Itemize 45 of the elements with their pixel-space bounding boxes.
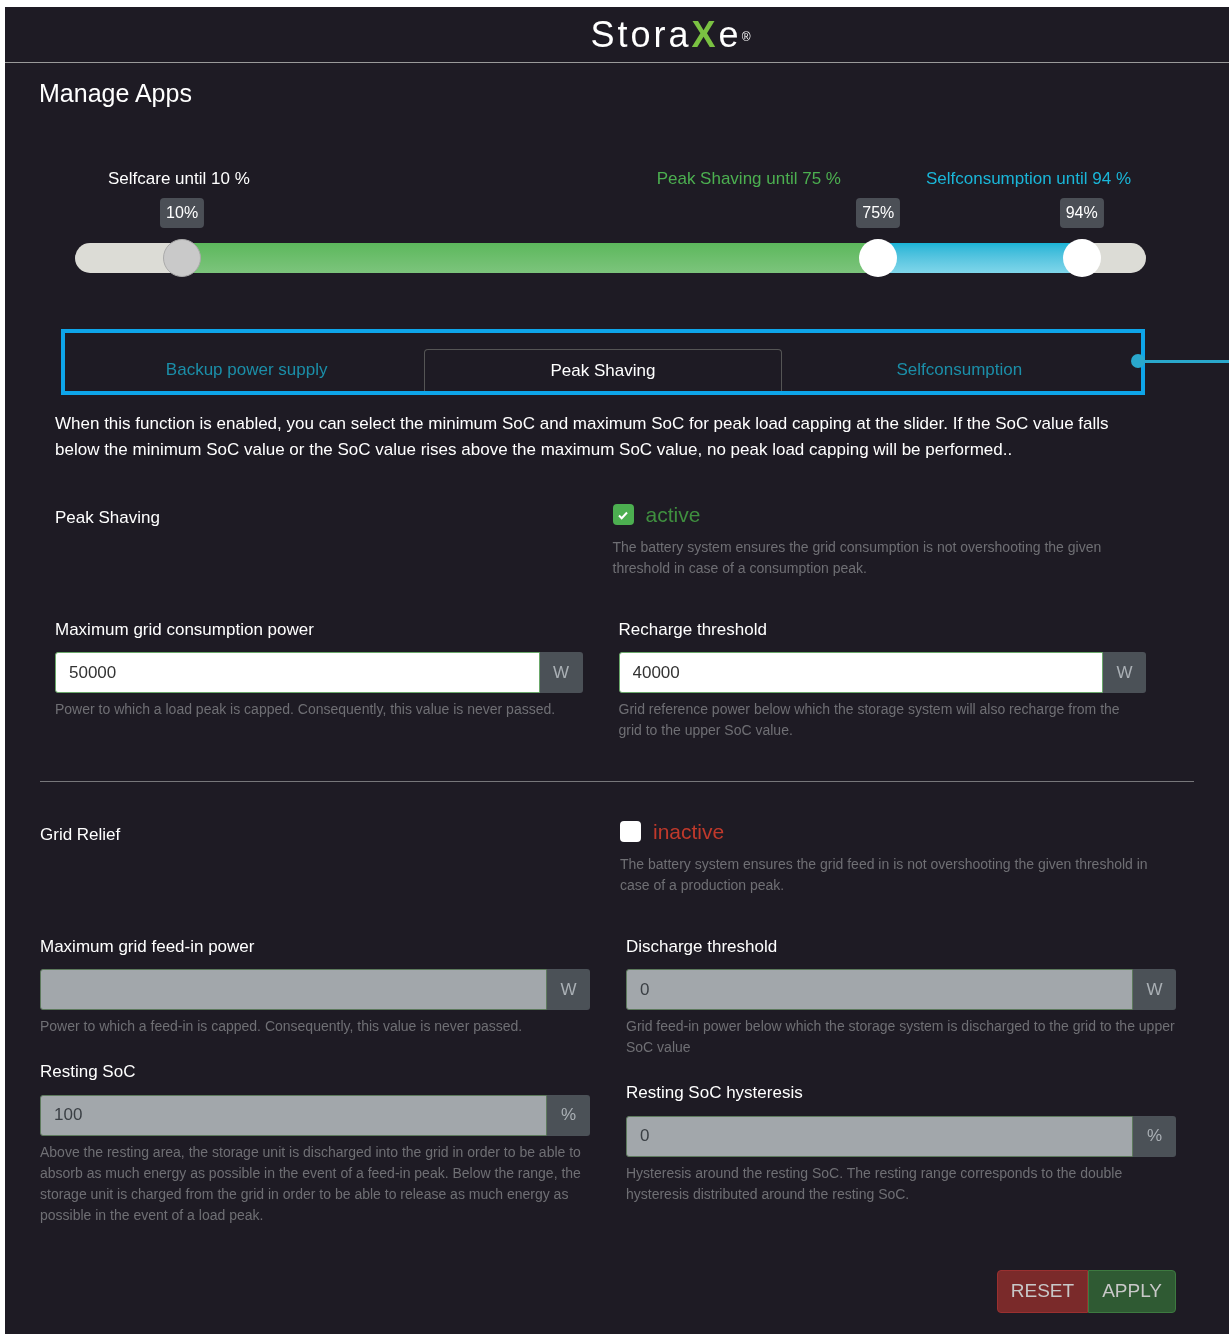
range-label: Peak Shaving until 75 % <box>656 167 841 190</box>
section-title: Grid Relief <box>40 824 122 846</box>
unit-label: W <box>547 969 590 1010</box>
range-label: Selfconsumption until 94 % <box>925 167 1131 190</box>
unit-label: W <box>1103 652 1146 693</box>
checkbox[interactable] <box>620 821 641 843</box>
status-hint: The battery system ensures the grid feed in is not overshooting the given threshold in case of a production peak. <box>620 854 1149 895</box>
section-title: Peak Shaving <box>55 507 161 529</box>
unit-label: W <box>539 652 583 693</box>
value-tooltip: 10% <box>160 198 205 228</box>
slider-thumb[interactable] <box>163 239 202 277</box>
value-tooltip: 75% <box>856 198 901 228</box>
field-hint: Grid reference power below which the storage system will also recharge from the grid to the upper SoC value. <box>618 700 1121 740</box>
logo: StoraXe$^{®}$ <box>590 16 754 53</box>
apply-button[interactable]: APPLY <box>1088 1270 1176 1313</box>
slider-thumb[interactable] <box>1062 239 1101 277</box>
field-hint: Power to which a feed-in is capped. Consequently, this value is never passed. <box>40 1017 524 1036</box>
status-hint: The battery system ensures the grid consumption is not overshooting the given threshold in case of a consumption peak. <box>612 537 1103 578</box>
unit-label: W <box>1133 969 1176 1010</box>
tab[interactable]: Backup power supply <box>69 349 425 391</box>
unit-label: % <box>547 1094 590 1136</box>
unit-label: % <box>1133 1115 1176 1157</box>
field-hint: Above the resting area, the storage unit is discharged into the grid in order to be able to absorb as much energy as possible in the event of a feed-in peak. Below the range, the storage unit is charged from the grid in order to be able to release as much energy as possible in the event of a load peak. <box>40 1142 582 1225</box>
input-field[interactable]: 50000 <box>55 652 540 693</box>
input-field[interactable]: 40000 <box>618 652 1103 693</box>
tab[interactable]: Selfconsumption <box>781 349 1137 391</box>
status-label: inactive <box>653 819 725 845</box>
field-label: Resting SoC hysteresis <box>626 1082 804 1104</box>
status-label: active <box>645 502 701 528</box>
tab[interactable]: Peak Shaving <box>424 349 782 391</box>
field-label: Discharge threshold <box>626 935 779 958</box>
field-hint: Power to which a load peak is capped. Consequently, this value is never passed. <box>55 700 557 719</box>
range-label: Selfcare until 10 % <box>108 167 250 190</box>
checkbox[interactable] <box>612 504 634 526</box>
field-label: Resting SoC <box>40 1061 137 1083</box>
field-label: Maximum grid feed-in power <box>40 935 256 958</box>
reset-button[interactable]: RESET <box>996 1270 1089 1313</box>
page-title: Manage Apps <box>39 78 193 109</box>
field-label: Maximum grid consumption power <box>55 618 315 641</box>
value-tooltip: 94% <box>1059 198 1104 228</box>
field-hint: Grid feed-in power below which the storage system is discharged to the grid to the upper SoC value <box>626 1017 1176 1057</box>
field-label: Recharge threshold <box>618 618 768 641</box>
slider-thumb[interactable] <box>859 239 898 277</box>
field-hint: Hysteresis around the resting SoC. The resting range corresponds to the double hysteresis distributed around the resting SoC. <box>626 1163 1124 1204</box>
description-text: When this function is enabled, you can select the minimum SoC and maximum SoC for peak load capping at the slider. If the SoC value falls below the minimum SoC value or the SoC value rises above the maximum SoC value, no peak load capping will be performed.. <box>55 413 1110 461</box>
